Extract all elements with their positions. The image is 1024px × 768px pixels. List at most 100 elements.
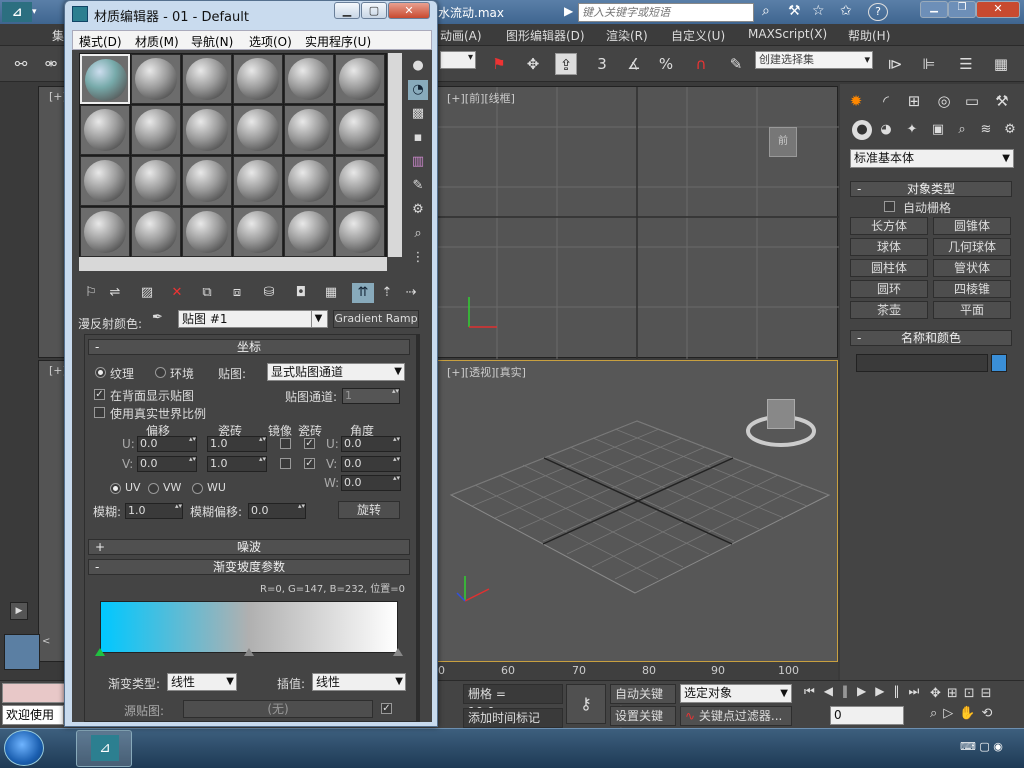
material-map-navigator-icon[interactable]: ⋮: [408, 248, 428, 268]
select-by-material-icon[interactable]: ⌕: [408, 224, 428, 244]
menu-rendering[interactable]: 渲染(R): [606, 27, 648, 44]
noise-rollout[interactable]: + 噪波: [88, 539, 410, 555]
create-tab-icon[interactable]: ✹: [844, 90, 868, 112]
viewport-nav-controls[interactable]: ✥⊞⊡⊟ ⌕▷✋⟲: [930, 684, 1022, 724]
geosphere-button[interactable]: 几何球体: [933, 238, 1011, 256]
pyramid-button[interactable]: 四棱锥: [933, 280, 1011, 298]
sphere-button[interactable]: 球体: [850, 238, 928, 256]
menu-maxscript[interactable]: MAXScript(X): [748, 27, 827, 41]
systems-icon[interactable]: ⚙: [1000, 120, 1020, 140]
maximize-button[interactable]: ▢: [361, 2, 387, 19]
sample-slot[interactable]: [182, 105, 232, 155]
link-icon[interactable]: ⚯: [10, 53, 32, 75]
sample-slot[interactable]: [182, 54, 232, 104]
torus-button[interactable]: 圆环: [850, 280, 928, 298]
app-logo[interactable]: ⊿: [2, 2, 32, 22]
named-selection-dropdown[interactable]: 创建选择集 ▾: [755, 51, 873, 69]
sample-slot[interactable]: [233, 54, 283, 104]
make-preview-icon[interactable]: ✎: [408, 176, 428, 196]
v-tiling-spinner[interactable]: 1.0: [207, 455, 267, 472]
v-angle-spinner[interactable]: 0.0: [341, 455, 401, 472]
menu-animation[interactable]: 动画(A): [440, 27, 482, 44]
timeline-ruler[interactable]: 0 60 70 80 90 100: [436, 662, 838, 680]
select-place-icon[interactable]: ⇪: [555, 53, 577, 75]
start-button[interactable]: [4, 730, 44, 766]
search-input[interactable]: 键入关键字或短语: [578, 3, 754, 22]
object-color-swatch[interactable]: [991, 354, 1007, 372]
cone-button[interactable]: 圆锥体: [933, 217, 1011, 235]
sample-slot[interactable]: [80, 54, 130, 104]
display-tab-icon[interactable]: ▭: [960, 90, 984, 112]
gradient-flag-end[interactable]: [393, 648, 403, 656]
restore-button[interactable]: ❐: [948, 1, 976, 18]
close-button[interactable]: ✕: [388, 2, 430, 19]
source-map-button[interactable]: (无): [183, 700, 373, 718]
mirror-icon[interactable]: ⧐: [884, 53, 906, 75]
texture-radio[interactable]: [95, 367, 106, 378]
u-tiling-spinner[interactable]: 1.0: [207, 435, 267, 452]
utilities-tab-icon[interactable]: ⚒: [990, 90, 1014, 112]
backlight-icon[interactable]: ◔: [408, 80, 428, 100]
teapot-button[interactable]: 茶壶: [850, 301, 928, 319]
sample-slot[interactable]: [233, 105, 283, 155]
source-map-checkbox[interactable]: ✓: [381, 703, 392, 714]
gradient-flag-start[interactable]: [95, 648, 105, 656]
key-filter-selection-dropdown[interactable]: 选定对象 ▼: [680, 684, 792, 703]
blur-offset-spinner[interactable]: 0.0: [248, 502, 306, 519]
sample-slot[interactable]: [335, 54, 385, 104]
hierarchy-tab-icon[interactable]: ⊞: [902, 90, 926, 112]
playback-controls[interactable]: ⏮◀‖▶▶‖⏭: [804, 684, 924, 702]
viewport-label[interactable]: [+][前][线框]: [447, 90, 515, 106]
w-angle-spinner[interactable]: 0.0: [341, 474, 401, 491]
show-end-result-icon[interactable]: ⇈: [352, 283, 374, 303]
u-mirror-checkbox[interactable]: [280, 438, 291, 449]
u-tile-checkbox[interactable]: ✓: [304, 438, 315, 449]
spinner-snap-icon[interactable]: ∩: [690, 53, 712, 75]
ref-coord-dropdown[interactable]: ▾: [440, 51, 476, 69]
sample-slot[interactable]: [233, 156, 283, 206]
object-category-dropdown[interactable]: 标准基本体 ▼: [850, 149, 1014, 168]
maxscript-listener[interactable]: [2, 683, 66, 703]
mapping-dropdown[interactable]: 显式贴图通道 ▼: [267, 363, 405, 381]
gradient-flag-middle[interactable]: [244, 648, 254, 656]
copy-material-icon[interactable]: ⧉: [196, 283, 218, 303]
view-cube[interactable]: [767, 399, 795, 429]
sample-slot[interactable]: [182, 156, 232, 206]
slots-horizontal-scrollbar[interactable]: [79, 257, 387, 271]
cylinder-button[interactable]: 圆柱体: [850, 259, 928, 277]
sample-slot[interactable]: [284, 207, 334, 257]
show-map-in-viewport-icon[interactable]: ▦: [320, 283, 342, 303]
gradient-ramp-rollout[interactable]: - 渐变坡度参数: [88, 559, 410, 575]
sample-slot[interactable]: [80, 105, 130, 155]
background-icon[interactable]: ▩: [408, 104, 428, 124]
menu-graph-editors[interactable]: 图形编辑器(D): [506, 27, 585, 44]
edit-named-sel-icon[interactable]: ✎: [725, 53, 747, 75]
geometry-icon[interactable]: ●: [852, 120, 872, 140]
view-cube[interactable]: 前: [769, 127, 797, 157]
viewport-front[interactable]: [+][前][线框] 前: [436, 86, 839, 359]
sample-slot[interactable]: [182, 207, 232, 257]
viewport-perspective[interactable]: [+][透视][真实]: [436, 360, 838, 662]
angle-snap-icon[interactable]: ∡: [623, 53, 645, 75]
chevron-down-icon[interactable]: ▾: [32, 2, 42, 22]
set-key-button[interactable]: 设置关键点: [610, 706, 676, 741]
environ-radio[interactable]: [155, 367, 166, 378]
current-frame-input[interactable]: 0: [830, 706, 904, 725]
sample-slot[interactable]: [284, 156, 334, 206]
menu-material[interactable]: 材质(M): [135, 33, 179, 50]
menu-options[interactable]: 选项(O): [249, 33, 292, 50]
interpolation-dropdown[interactable]: 线性 ▼: [312, 673, 406, 691]
sample-slot[interactable]: [131, 105, 181, 155]
menu-modes[interactable]: 模式(D): [79, 33, 122, 50]
auto-grid-checkbox[interactable]: [884, 201, 895, 212]
blur-spinner[interactable]: 1.0: [125, 502, 183, 519]
get-material-icon[interactable]: ⚐: [80, 283, 102, 303]
u-offset-spinner[interactable]: 0.0: [137, 435, 197, 452]
auto-key-button[interactable]: 自动关键点: [610, 684, 676, 719]
minimize-button[interactable]: ▁: [334, 2, 360, 19]
taskbar-3dsmax-button[interactable]: ⊿: [76, 730, 132, 767]
material-id-channel-icon[interactable]: ◘: [290, 283, 312, 303]
assign-material-icon[interactable]: ▨: [136, 283, 158, 303]
coordinates-rollout[interactable]: - 坐标: [88, 339, 410, 355]
close-button[interactable]: ✕: [976, 1, 1020, 18]
